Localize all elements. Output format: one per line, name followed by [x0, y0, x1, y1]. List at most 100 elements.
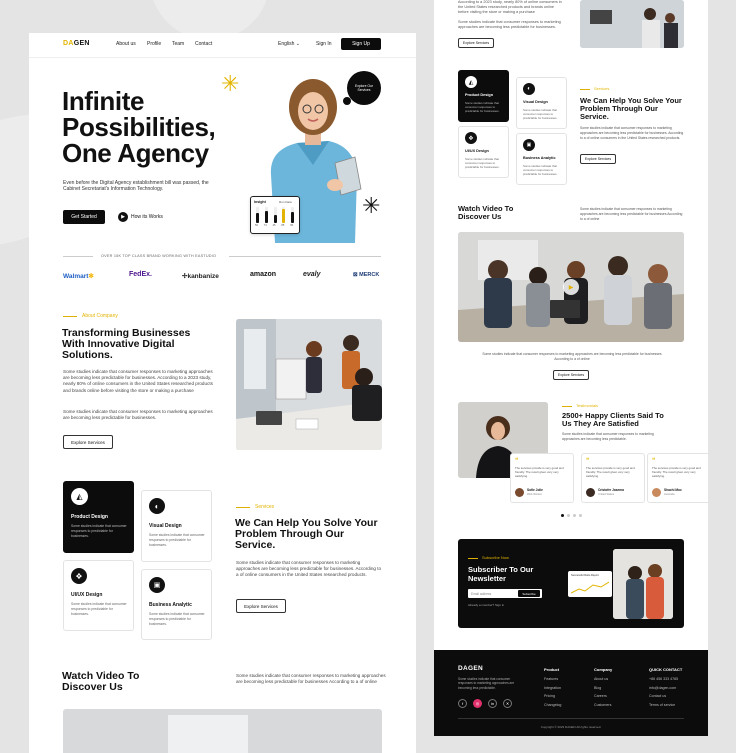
testimonial-quote: The services provide is very good and fr…: [652, 466, 701, 478]
footer-link[interactable]: Terms of service: [649, 701, 682, 710]
mini-services-explore-button[interactable]: Explore Services: [580, 154, 616, 164]
play-icon: ▶: [118, 212, 128, 222]
brand-logo-merck: ⊠ MERCK: [353, 272, 380, 278]
video-player[interactable]: ▶: [458, 232, 684, 342]
x-icon[interactable]: ✕: [503, 699, 512, 708]
video-caption: Some studies indicate that consumer resp…: [482, 352, 662, 361]
footer-link[interactable]: Pricing: [544, 692, 561, 701]
footer-link[interactable]: Blog: [594, 684, 612, 693]
brands-divider-right: [229, 256, 381, 257]
testimonial-name: Shachi Moc: [664, 488, 682, 492]
mini-service-desc: Some studies indicate that consumer resp…: [465, 101, 500, 113]
footer-logo[interactable]: DAGEN: [458, 665, 483, 672]
right-explore-services-button[interactable]: Explore Services: [458, 38, 494, 48]
uiux-design-icon: ❖: [71, 568, 87, 584]
nav-link-profile[interactable]: Profile: [147, 41, 161, 47]
services-kicker-line: [236, 507, 250, 508]
mini-service-desc: Some studies indicate that consumer resp…: [523, 164, 558, 176]
services-title: We Can Help You Solve Your Problem Throu…: [235, 517, 378, 551]
subscribe-button[interactable]: Subscribe: [518, 590, 540, 597]
footer-link[interactable]: Customers: [594, 701, 612, 710]
about-kicker-line: [63, 316, 77, 317]
carousel-dot-active[interactable]: [561, 514, 564, 517]
visual-design-icon: ◐: [149, 498, 165, 514]
carousel-dot[interactable]: [579, 514, 582, 517]
newsletter-note[interactable]: Already a member? Sign in: [468, 603, 504, 607]
service-card-desc: Some studies indicate that consumer resp…: [71, 602, 127, 616]
testimonial-quote: The services provide is very good and fr…: [586, 466, 635, 478]
signup-button[interactable]: Sign Up: [341, 38, 381, 50]
services-explore-button[interactable]: Explore Services: [236, 599, 286, 613]
footer-link[interactable]: info@dagen.com: [649, 684, 682, 693]
signin-link[interactable]: Sign In: [316, 41, 332, 47]
testimonial-card[interactable]: ❝ The services provide is very good and f…: [647, 453, 708, 503]
how-it-works-button[interactable]: ▶ How its Works: [118, 212, 163, 222]
explore-services-bubble[interactable]: Explore Our Services: [347, 71, 381, 105]
nav-link-team[interactable]: Team: [172, 41, 184, 47]
testimonial-card[interactable]: ❝ The services provide is very good and f…: [510, 453, 574, 503]
footer-link[interactable]: Careers: [594, 692, 612, 701]
mini-service-title: Business Analytic: [523, 156, 556, 160]
get-started-button[interactable]: Get Started: [63, 210, 105, 224]
analytics-icon: ▣: [523, 139, 535, 151]
hero-title: Infinite Possibilities, One Agency: [62, 86, 216, 168]
insight-bar-label: 45: [272, 224, 276, 227]
footer-link[interactable]: +86 456 333 4785: [649, 675, 682, 684]
service-card-title: Business Analytic: [149, 602, 192, 608]
service-card-product-design[interactable]: ◭ Product Design Some studies indicate t…: [63, 481, 134, 553]
service-card-business-analytic[interactable]: ▣ Business Analytic Some studies indicat…: [141, 569, 212, 640]
newsletter-kicker: Subscribe Now: [482, 555, 509, 560]
carousel-dot[interactable]: [573, 514, 576, 517]
testimonial-role: Australia: [664, 493, 675, 496]
play-icon[interactable]: ▶: [563, 279, 579, 295]
facebook-icon[interactable]: f: [458, 699, 467, 708]
carousel-dot[interactable]: [567, 514, 570, 517]
insight-card: Insight Run Data 56 74 45 85 65: [250, 196, 300, 234]
mini-service-business-analytic[interactable]: ▣ Business Analytic Some studies indicat…: [516, 133, 567, 185]
nav-logo[interactable]: DAGEN: [63, 40, 90, 47]
avatar: [515, 488, 524, 497]
testimonials-title: 2500+ Happy Clients Said To Us They Are …: [562, 411, 664, 428]
mini-service-desc: Some studies indicate that consumer resp…: [523, 108, 558, 120]
brand-logo-kanbanize: ✢kanbanize: [182, 273, 219, 280]
footer: DAGEN Some studies indicate that consume…: [434, 650, 708, 736]
service-card-desc: Some studies indicate that consumer resp…: [149, 533, 205, 547]
insight-bar-label: 74: [263, 224, 267, 227]
quote-icon: ❝: [515, 458, 519, 464]
testimonial-quote: The services provide is very good and fr…: [515, 466, 564, 478]
video-explore-button[interactable]: Explore Services: [553, 370, 589, 380]
language-select[interactable]: English ⌄: [278, 41, 300, 47]
footer-link[interactable]: Changelog: [544, 701, 561, 710]
nav-link-contact[interactable]: Contact: [195, 41, 212, 47]
footer-link[interactable]: Features: [544, 675, 561, 684]
footer-link[interactable]: Integration: [544, 684, 561, 693]
carousel-dots[interactable]: [561, 514, 582, 517]
video-preview[interactable]: [63, 709, 382, 753]
insight-bar-label: 85: [281, 224, 285, 227]
mini-service-visual-design[interactable]: ◐ Visual Design Some studies indicate th…: [516, 77, 567, 129]
visual-design-icon: ◐: [523, 83, 535, 95]
footer-link[interactable]: About us: [594, 675, 612, 684]
chevron-down-icon: ⌄: [295, 41, 300, 47]
nav-link-about[interactable]: About us: [116, 41, 136, 47]
mini-service-uiux-design[interactable]: ❖ UI/UX Design Some studies indicate tha…: [458, 126, 509, 178]
footer-col-company: Company About us Blog Careers Customers: [594, 667, 612, 709]
testimonial-card[interactable]: ❝ The services provide is very good and f…: [581, 453, 645, 503]
about-kicker: About Company: [82, 313, 118, 319]
service-card-title: Product Design: [71, 514, 108, 520]
instagram-icon[interactable]: ◎: [473, 699, 482, 708]
product-design-icon: ◭: [71, 488, 88, 505]
mini-service-product-design[interactable]: ◭ Product Design Some studies indicate t…: [458, 70, 509, 122]
linkedin-icon[interactable]: in: [488, 699, 497, 708]
service-card-uiux-design[interactable]: ❖ UI/UX Design Some studies indicate tha…: [63, 560, 134, 631]
quote-icon: ❝: [586, 458, 590, 464]
mini-service-title: UI/UX Design: [465, 149, 489, 153]
insight-subtitle: Run Data: [279, 200, 292, 204]
about-explore-services-button[interactable]: Explore Services: [63, 435, 113, 449]
service-card-visual-design[interactable]: ◐ Visual Design Some studies indicate th…: [141, 490, 212, 562]
right-top-paragraph: Some studies indicate that consumer resp…: [458, 20, 561, 29]
service-card-title: UI/UX Design: [71, 592, 103, 598]
footer-link[interactable]: Contact us: [649, 692, 682, 701]
footer-col-title: Company: [594, 667, 613, 672]
testimonial-name: Sofie Jolie: [527, 488, 543, 492]
